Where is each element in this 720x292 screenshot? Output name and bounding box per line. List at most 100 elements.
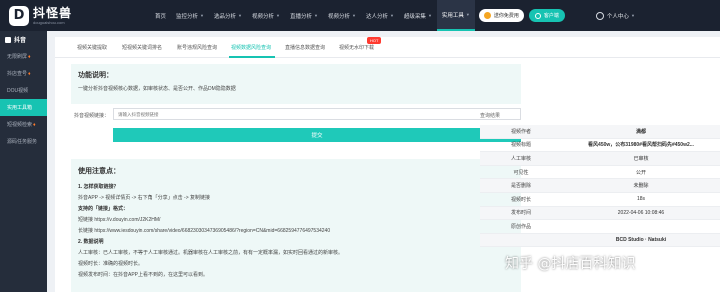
sidebar-item-source-service[interactable]: 源码任务服务 bbox=[0, 133, 47, 150]
note-line: 人工审核：已人工审核，不等于人工审核通过。机器审核在人工审核之前，有有一定概率漏… bbox=[78, 250, 344, 256]
table-row: 发布时间 2022-04-06 10:08:46 bbox=[480, 206, 720, 221]
sidebar-item-toolbox[interactable]: 实用工具箱 bbox=[0, 99, 47, 116]
table-row: 视频标题 看风450w，公布31980#看风帮扫码先#450w2... bbox=[480, 139, 720, 153]
chevron-down-icon: ▼ bbox=[351, 13, 356, 18]
main-nav: 首页 监控分析 ▼ 选品分析 ▼ 视频分析 ▼ 直播分析 ▼ 视频分析 ▼ 达人分析 ▼ 超… bbox=[150, 0, 475, 31]
sidebar-header: 抖音 bbox=[0, 31, 47, 48]
brand-name: 抖怪兽 bbox=[33, 5, 73, 20]
sidebar-item-dou-video[interactable]: DOU视频 bbox=[0, 82, 47, 99]
result-value: BCD Studio · Natsuki bbox=[615, 237, 667, 244]
tiktok-icon bbox=[5, 36, 11, 43]
function-desc: 一键分析抖音视频核心数据，如审核状态、是否公开、作品DM隐隐数据 bbox=[78, 86, 236, 92]
note-line: 支持的「链接」格式： bbox=[78, 206, 129, 212]
result-value: 公开 bbox=[635, 169, 646, 176]
fire-icon: ♦ bbox=[33, 121, 36, 128]
video-link-input[interactable] bbox=[113, 108, 521, 120]
chevron-down-icon: ▼ bbox=[238, 13, 242, 18]
nav-label: 监控分析 bbox=[176, 13, 199, 20]
table-row: 人工审核 已审核 bbox=[480, 152, 720, 166]
user-center[interactable]: 个人中心 ▼ bbox=[595, 11, 635, 20]
nav-label: 超级采集 bbox=[403, 13, 426, 20]
download-client-button[interactable]: 客户端 bbox=[528, 9, 565, 22]
result-key: 原创作品 bbox=[510, 223, 531, 230]
submit-button[interactable]: 提交 bbox=[113, 128, 521, 142]
nav-item-influencer[interactable]: 达人分析 ▼ bbox=[361, 0, 399, 31]
chevron-down-icon: ▼ bbox=[630, 13, 635, 18]
nav-item-tools[interactable]: 实用工具 ▼ bbox=[436, 0, 475, 31]
result-value: 2022-04-06 10:08:46 bbox=[617, 209, 665, 216]
result-value: 已审核 bbox=[633, 155, 649, 162]
function-description: 功能说明： 一键分析抖音视频核心数据，如审核状态、是否公开、作品DM隐隐数据 bbox=[71, 64, 521, 104]
result-key: 视频时长 bbox=[510, 196, 531, 203]
table-row: 可见性 公开 bbox=[480, 166, 720, 180]
tab-keyword-rank[interactable]: 短视频关键词排名 bbox=[122, 44, 162, 51]
chevron-down-icon: ▼ bbox=[389, 13, 394, 18]
nav-item-video[interactable]: 视频分析 ▼ bbox=[247, 0, 285, 31]
chevron-down-icon: ▼ bbox=[276, 13, 280, 18]
sidebar-item-label: 短视频检索 bbox=[7, 122, 33, 128]
table-row: 是否删除 未删除 bbox=[480, 179, 720, 193]
active-tab-underline bbox=[229, 56, 275, 58]
tab-video-keyword[interactable]: 视频关键提取 bbox=[77, 44, 107, 51]
note-line: 2. 数据说明 bbox=[78, 239, 104, 245]
table-row: 视频时长 18s bbox=[480, 193, 720, 207]
sidebar-header-label: 抖音 bbox=[14, 38, 27, 44]
brand-logo[interactable]: D 抖怪兽 douguaishou.com bbox=[0, 5, 88, 26]
nav-item-collect[interactable]: 超级采集 ▼ bbox=[399, 0, 437, 31]
result-value: 未删除 bbox=[633, 183, 649, 190]
result-table: 视频作者 满都 视频标题 看风450w，公布31980#看风帮扫码先#450w2..… bbox=[480, 125, 720, 248]
table-row: BCD Studio · Natsuki bbox=[480, 233, 720, 248]
nav-label: 首页 bbox=[155, 13, 167, 20]
free-trial-button[interactable]: 送你免费用 bbox=[478, 9, 524, 22]
tool-tabs: 视频关键提取 短视频关键词排名 账号违规风险查询 视频数据风险查询 直播信息数据… bbox=[55, 37, 720, 58]
nav-item-product[interactable]: 选品分析 ▼ bbox=[209, 0, 247, 31]
coin-icon bbox=[483, 12, 491, 19]
sidebar-item-shop-lookup[interactable]: 抖店查号 ♦ bbox=[0, 65, 47, 82]
tab-live-info[interactable]: 直播信息数据查询 bbox=[285, 44, 325, 51]
result-key: 视频标题 bbox=[510, 142, 531, 149]
avatar-icon bbox=[595, 11, 604, 20]
tab-account-risk[interactable]: 账号违规风险查询 bbox=[177, 44, 217, 51]
nav-item-live[interactable]: 直播分析 ▼ bbox=[285, 0, 323, 31]
nav-item-monitor[interactable]: 监控分析 ▼ bbox=[171, 0, 209, 31]
video-link-label: 抖音视频链接： bbox=[74, 113, 110, 119]
sidebar-item-label: DOU视频 bbox=[7, 88, 29, 94]
free-trial-label: 送你免费用 bbox=[493, 13, 519, 19]
tab-video-risk[interactable]: 视频数据风险查询 bbox=[231, 44, 271, 51]
chevron-down-icon: ▼ bbox=[427, 13, 432, 18]
nav-label: 直播分析 bbox=[289, 13, 312, 20]
nav-label: 实用工具 bbox=[441, 12, 464, 19]
tab-no-watermark[interactable]: 视频无水印下载 bbox=[339, 44, 374, 51]
result-key: 可见性 bbox=[513, 169, 529, 176]
chevron-down-icon: ▼ bbox=[465, 12, 470, 17]
function-title: 功能说明： bbox=[78, 72, 113, 79]
chevron-down-icon: ▼ bbox=[200, 13, 204, 18]
nav-item-video-2[interactable]: 视频分析 ▼ bbox=[323, 0, 361, 31]
sidebar-item-label: 实用工具箱 bbox=[7, 105, 33, 111]
nav-label: 选品分析 bbox=[214, 13, 237, 20]
note-line: 抖音APP -> 视频详情页 -> 右下角「分享」点击 -> 复制链接 bbox=[78, 195, 211, 201]
note-line: 1. 怎样获取链接？ bbox=[78, 184, 119, 190]
table-row: 原创作品 bbox=[480, 220, 720, 234]
sidebar-item-video-search[interactable]: 短视频检索 ♦ bbox=[0, 116, 47, 133]
usage-notes: 使用注意点： 1. 怎样获取链接？ 抖音APP -> 视频详情页 -> 右下角「… bbox=[71, 159, 521, 292]
note-line: 视频时长：准确的视频时长。 bbox=[78, 261, 144, 267]
result-title: 查询结果 bbox=[480, 113, 501, 119]
user-center-label: 个人中心 bbox=[606, 13, 629, 20]
hot-badge: HOT bbox=[367, 37, 382, 44]
download-client-label: 客户端 bbox=[543, 13, 559, 19]
notes-title: 使用注意点： bbox=[78, 168, 120, 175]
result-key: 视频作者 bbox=[510, 128, 531, 135]
sidebar: 抖音 无限刷屏 ♦ 抖店查号 ♦ DOU视频 实用工具箱 短视频检索 ♦ 源码任务服务 bbox=[0, 31, 47, 292]
logo-mark-icon: D bbox=[9, 5, 29, 26]
download-icon bbox=[534, 12, 541, 19]
table-row: 视频作者 满都 bbox=[480, 125, 720, 139]
nav-item-home[interactable]: 首页 bbox=[150, 0, 171, 31]
note-line: 短链接 https://v.douyin.com/J2K2HM/ bbox=[78, 217, 161, 223]
watermark: 知乎 @抖店百科知识 bbox=[505, 256, 636, 272]
nav-label: 视频分析 bbox=[327, 13, 350, 20]
sidebar-item-infinite-scroll[interactable]: 无限刷屏 ♦ bbox=[0, 48, 47, 65]
sidebar-item-label: 源码任务服务 bbox=[7, 139, 38, 145]
nav-label: 视频分析 bbox=[251, 13, 274, 20]
top-navbar: D 抖怪兽 douguaishou.com 首页 监控分析 ▼ 选品分析 ▼ 视频分… bbox=[0, 0, 720, 31]
